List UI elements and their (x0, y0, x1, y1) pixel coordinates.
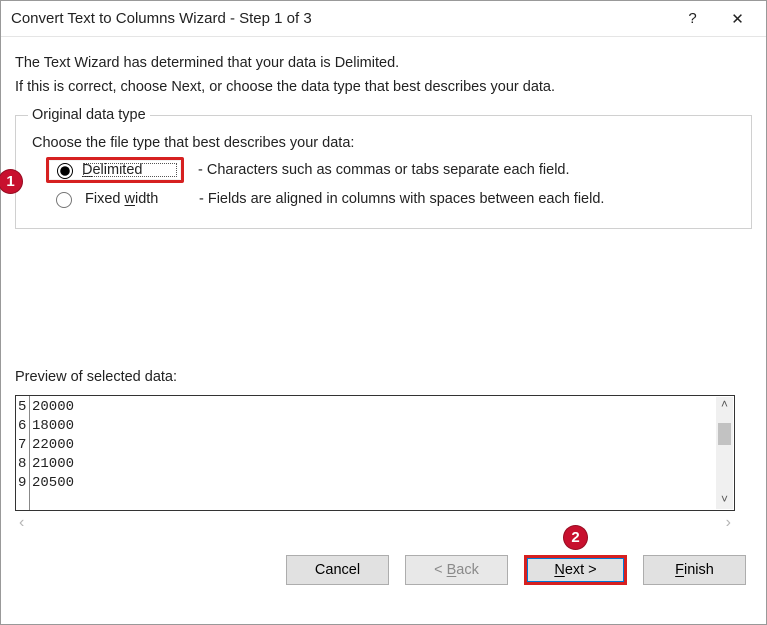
radio-row-fixedwidth: Fixed width - Fields are aligned in colu… (51, 189, 739, 208)
wizard-dialog: Convert Text to Columns Wizard - Step 1 … (0, 0, 767, 625)
radio-fixedwidth-label[interactable]: Fixed width (85, 191, 181, 207)
radio-row-delimited: 1 Delimited - Characters such as commas … (46, 157, 739, 183)
scroll-thumb[interactable] (718, 423, 731, 445)
radio-delimited[interactable] (57, 163, 73, 179)
row-num: 5 (18, 398, 29, 417)
row-num: 8 (18, 455, 29, 474)
button-row: Cancel < Back 2 Next > Finish (15, 555, 752, 585)
radio-delimited-desc: - Characters such as commas or tabs sepa… (198, 162, 570, 178)
dialog-body: The Text Wizard has determined that your… (1, 37, 766, 599)
help-icon: ? (688, 10, 696, 27)
radio-fixedwidth-desc: - Fields are aligned in columns with spa… (199, 191, 604, 207)
row-val: 22000 (32, 436, 734, 455)
original-data-type-group: Original data type Choose the file type … (15, 107, 752, 229)
group-legend: Original data type (28, 107, 150, 123)
radio-fixedwidth-label-pre: Fixed (85, 191, 125, 207)
preview-hscrollbar[interactable]: ‹ › (15, 513, 735, 533)
row-val: 20000 (32, 398, 734, 417)
next-rest: ext > (565, 562, 597, 578)
scroll-up-icon[interactable]: ˄ (716, 397, 733, 414)
radio-delimited-label-rest: elimited (92, 162, 142, 178)
choose-prompt: Choose the file type that best describes… (32, 135, 739, 151)
radio-fixedwidth-accel: w (125, 191, 135, 207)
row-num: 7 (18, 436, 29, 455)
next-accel: N (554, 562, 564, 578)
back-lt: < (434, 562, 447, 578)
finish-rest: inish (684, 562, 714, 578)
scroll-down-icon[interactable]: ˅ (716, 492, 733, 509)
titlebar: Convert Text to Columns Wizard - Step 1 … (1, 1, 766, 37)
delimited-highlight: Delimited (46, 157, 184, 183)
next-button[interactable]: Next > (524, 555, 627, 585)
radio-group: 1 Delimited - Characters such as commas … (46, 157, 739, 208)
preview-data-col: 20000 18000 22000 21000 20500 (30, 396, 734, 510)
radio-fixedwidth[interactable] (56, 192, 72, 208)
row-num: 9 (18, 474, 29, 493)
window-title: Convert Text to Columns Wizard - Step 1 … (11, 10, 670, 27)
close-button[interactable]: ✕ (715, 4, 760, 34)
scroll-left-icon[interactable]: ‹ (19, 514, 24, 532)
preview-label: Preview of selected data: (15, 369, 752, 385)
finish-accel: F (675, 562, 684, 578)
close-icon: ✕ (731, 10, 744, 28)
radio-delimited-accel: D (82, 162, 92, 178)
row-num: 6 (18, 417, 29, 436)
row-val: 21000 (32, 455, 734, 474)
cancel-button[interactable]: Cancel (286, 555, 389, 585)
callout-2: 2 (563, 525, 588, 550)
intro-text-2: If this is correct, choose Next, or choo… (15, 79, 752, 95)
preview-rownum-col: 5 6 7 8 9 (16, 396, 30, 510)
finish-button[interactable]: Finish (643, 555, 746, 585)
preview-box: 5 6 7 8 9 20000 18000 22000 21000 20500 … (15, 395, 735, 511)
row-val: 20500 (32, 474, 734, 493)
row-val: 18000 (32, 417, 734, 436)
radio-fixedwidth-label-rest: idth (135, 191, 158, 207)
radio-delimited-label[interactable]: Delimited (82, 162, 178, 178)
intro-text-1: The Text Wizard has determined that your… (15, 55, 752, 71)
preview-vscrollbar[interactable]: ˄ ˅ (716, 397, 733, 509)
back-rest: ack (456, 562, 479, 578)
scroll-right-icon[interactable]: › (726, 514, 731, 532)
help-button[interactable]: ? (670, 4, 715, 34)
back-accel: B (447, 562, 457, 578)
preview-wrap: 5 6 7 8 9 20000 18000 22000 21000 20500 … (15, 395, 752, 533)
callout-1: 1 (0, 169, 23, 194)
back-button: < Back (405, 555, 508, 585)
